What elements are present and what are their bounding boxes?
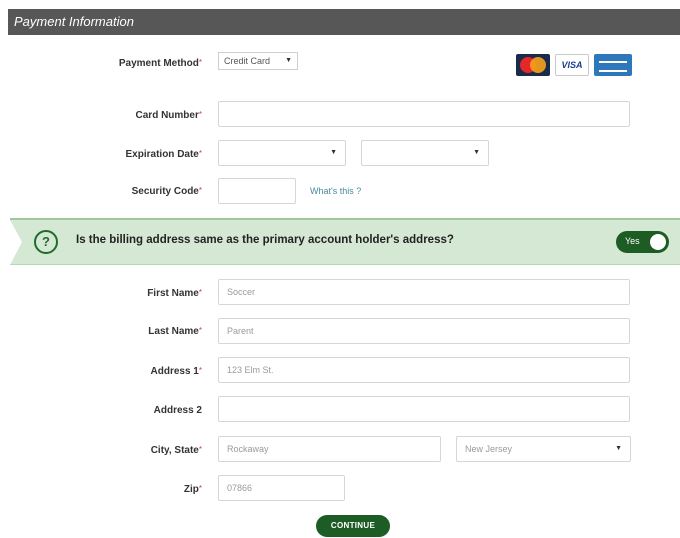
toggle-knob	[650, 234, 666, 250]
address1-input[interactable]: 123 Elm St.	[218, 357, 630, 383]
visa-icon: VISA	[555, 54, 589, 76]
billing-same-toggle[interactable]: Yes	[616, 231, 669, 253]
expiration-month-select[interactable]: ▼	[218, 140, 346, 166]
city-state-label: City, State*	[150, 445, 202, 456]
security-code-help-link[interactable]: What's this ?	[310, 186, 361, 196]
section-header: Payment Information	[8, 9, 680, 35]
toggle-label: Yes	[625, 236, 640, 246]
dropdown-arrow-icon: ▼	[615, 445, 622, 452]
first-name-input[interactable]: Soccer	[218, 279, 630, 305]
payment-method-label: Payment Method*	[118, 58, 202, 69]
address1-label: Address 1*	[150, 366, 202, 377]
payment-method-select[interactable]: Credit Card ▼	[218, 52, 298, 70]
dropdown-arrow-icon: ▼	[473, 149, 480, 156]
last-name-label: Last Name*	[148, 326, 202, 337]
zip-label: Zip*	[183, 484, 202, 495]
dropdown-arrow-icon: ▼	[330, 149, 337, 156]
state-select[interactable]: New Jersey ▼	[456, 436, 631, 462]
dropdown-arrow-icon: ▼	[285, 57, 292, 64]
city-input[interactable]: Rockaway	[218, 436, 441, 462]
address2-input[interactable]	[218, 396, 630, 422]
card-number-input[interactable]	[218, 101, 630, 127]
payment-method-value: Credit Card	[224, 56, 271, 66]
security-code-label: Security Code*	[131, 186, 202, 197]
mastercard-icon	[516, 54, 550, 76]
first-name-label: First Name*	[147, 288, 202, 299]
card-number-label: Card Number*	[135, 110, 202, 121]
security-code-input[interactable]	[218, 178, 296, 204]
zip-input[interactable]: 07866	[218, 475, 345, 501]
expiration-year-select[interactable]: ▼	[361, 140, 489, 166]
last-name-input[interactable]: Parent	[218, 318, 630, 344]
american-express-icon	[594, 54, 632, 76]
continue-button[interactable]: CONTINUE	[316, 515, 390, 537]
banner-notch	[10, 220, 22, 265]
billing-question-text: Is the billing address same as the prima…	[76, 234, 454, 246]
billing-address-banner: ? Is the billing address same as the pri…	[10, 218, 680, 265]
question-icon: ?	[34, 230, 58, 254]
expiration-date-label: Expiration Date*	[125, 149, 202, 160]
section-title: Payment Information	[14, 14, 134, 29]
address2-label: Address 2	[153, 405, 202, 416]
